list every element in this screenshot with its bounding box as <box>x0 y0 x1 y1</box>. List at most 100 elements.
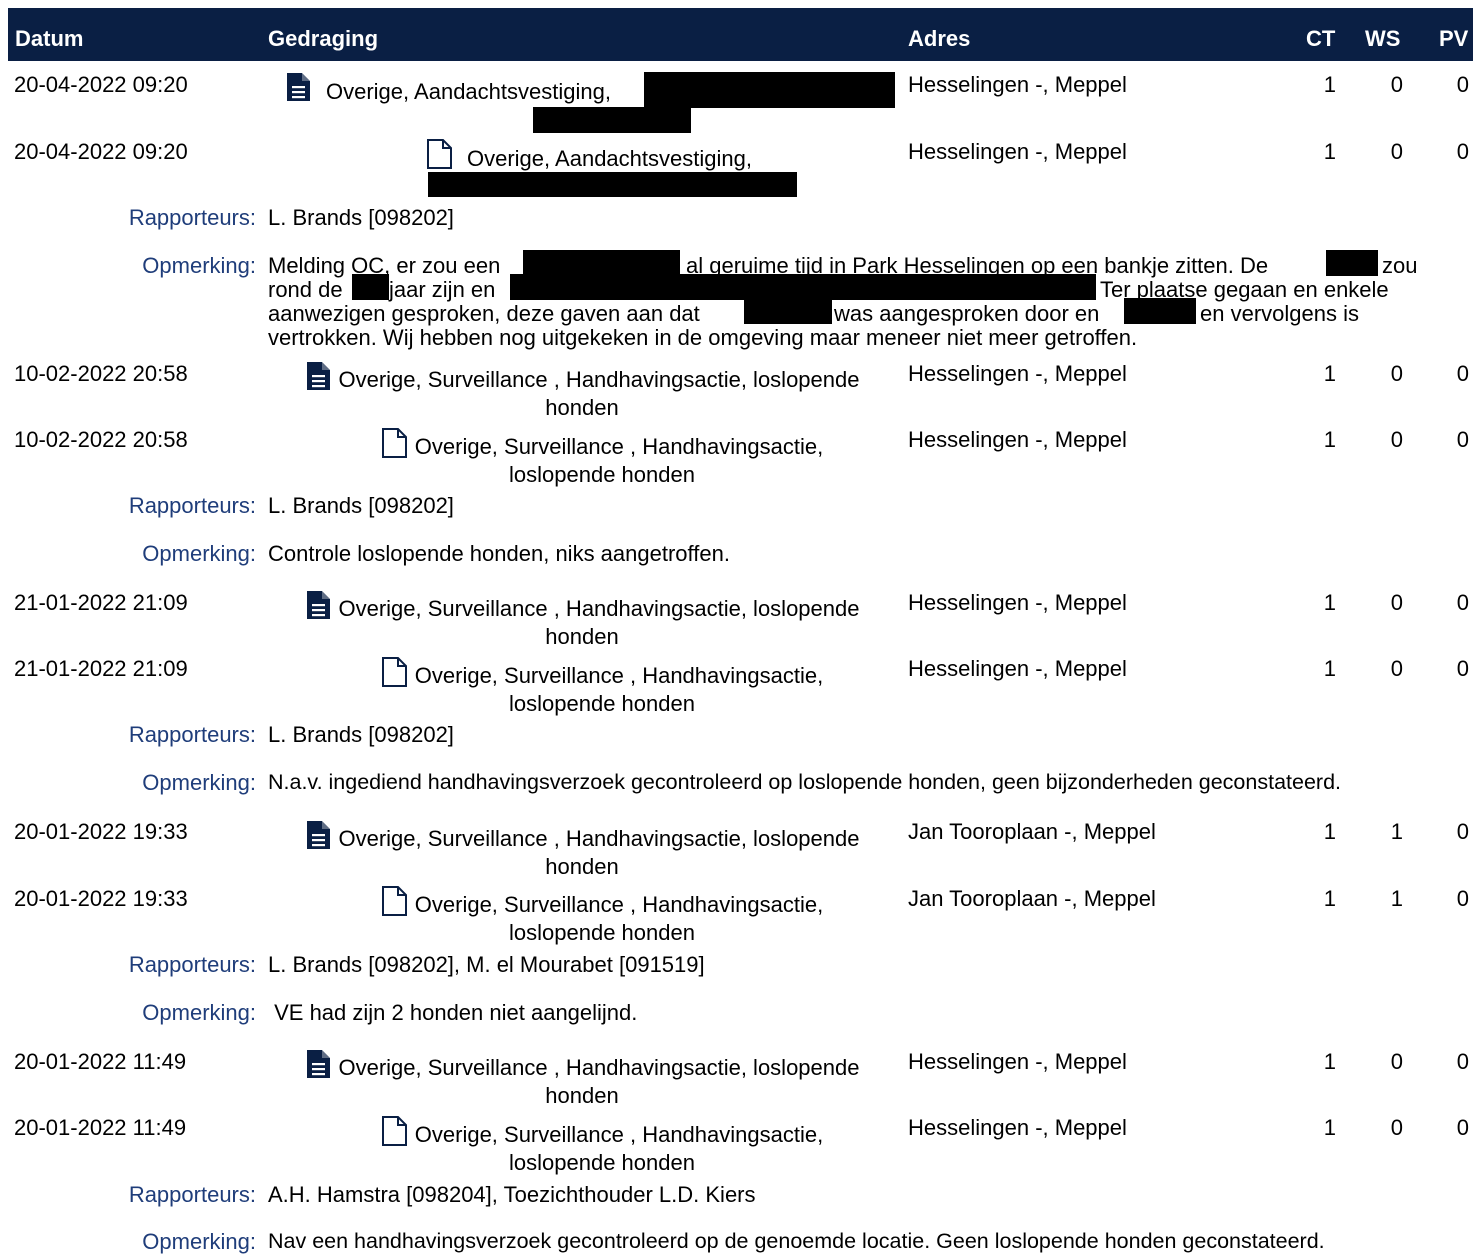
rapporteurs-value: L. Brands [098202], M. el Mourabet [0915… <box>268 952 705 977</box>
document-filled-icon <box>305 1049 331 1084</box>
ct-cell: 1 <box>1323 427 1336 452</box>
opmerking-value: VE had zijn 2 honden niet aangelijnd. <box>268 1000 638 1025</box>
rapporteurs-value: A.H. Hamstra [098204], Toezichthouder L.… <box>268 1182 756 1207</box>
gedraging-text: loslopende honden <box>509 1150 695 1175</box>
pv-cell: 0 <box>1456 819 1469 844</box>
datum-cell: 21-01-2022 21:09 <box>14 590 188 615</box>
redaction-block <box>352 274 389 300</box>
rapporteurs-label: Rapporteurs: <box>128 205 256 230</box>
document-outline-icon <box>381 428 407 463</box>
column-header-gedraging: Gedraging <box>268 26 379 51</box>
opmerking-text: rond de <box>268 277 343 302</box>
adres-cell: Hesselingen -, Meppel <box>908 590 1127 615</box>
adres-cell: Jan Tooroplaan -, Meppel <box>908 886 1156 911</box>
ct-cell: 1 <box>1323 819 1336 844</box>
adres-cell: Hesselingen -, Meppel <box>908 1115 1127 1140</box>
redaction-block <box>428 172 797 197</box>
pv-cell: 0 <box>1456 656 1469 681</box>
document-filled-icon <box>285 72 311 108</box>
pv-cell: 0 <box>1456 1049 1469 1074</box>
column-header-adres: Adres <box>908 26 971 51</box>
opmerking-text: vertrokken. Wij hebben nog uitgekeken in… <box>268 325 1138 350</box>
redaction-block <box>523 250 680 276</box>
pv-cell: 0 <box>1456 139 1469 164</box>
gedraging-text: Overige, Surveillance , Handhavingsactie… <box>338 1055 860 1080</box>
gedraging-text: Overige, Surveillance , Handhavingsactie… <box>414 434 824 459</box>
ws-cell: 0 <box>1390 590 1403 615</box>
rapporteurs-value: L. Brands [098202] <box>268 493 454 518</box>
opmerking-value: Nav een handhavingsverzoek gecontroleerd… <box>268 1229 1325 1253</box>
datum-cell: 20-01-2022 11:49 <box>14 1049 187 1074</box>
table-header: Datum Gedraging Adres CT WS PV <box>8 8 1473 61</box>
redaction-block <box>744 298 832 324</box>
column-header-pv: PV <box>1439 26 1469 51</box>
adres-cell: Hesselingen -, Meppel <box>908 139 1127 164</box>
pv-cell: 0 <box>1456 361 1469 386</box>
redaction-block <box>1326 250 1378 276</box>
opmerking-text: aanwezigen gesproken, deze gaven aan dat <box>268 301 700 326</box>
gedraging-text: Overige, Surveillance , Handhavingsactie… <box>338 367 860 392</box>
opmerking-label: Opmerking: <box>142 1000 256 1025</box>
redaction-block <box>644 72 895 108</box>
redaction-block <box>1124 298 1196 324</box>
adres-cell: Hesselingen -, Meppel <box>908 427 1127 452</box>
ws-cell: 0 <box>1390 139 1403 164</box>
ct-cell: 1 <box>1323 656 1336 681</box>
gedraging-cell: Overige, Surveillance , Handhavingsactie… <box>275 361 889 420</box>
datum-cell: 20-01-2022 11:49 <box>14 1115 187 1140</box>
adres-cell: Hesselingen -, Meppel <box>908 72 1127 97</box>
gedraging-cell: Overige, Surveillance , Handhavingsactie… <box>275 820 889 879</box>
ct-cell: 1 <box>1323 886 1336 911</box>
gedraging-text: loslopende honden <box>509 691 695 716</box>
gedraging-text: Overige, Surveillance , Handhavingsactie… <box>414 1122 824 1147</box>
column-header-datum: Datum <box>15 26 84 51</box>
column-header-ws: WS <box>1365 26 1401 51</box>
document-outline-icon <box>426 139 452 175</box>
redaction-block <box>533 107 691 133</box>
adres-cell: Hesselingen -, Meppel <box>908 1049 1127 1074</box>
pv-cell: 0 <box>1456 590 1469 615</box>
opmerking-text: was aangesproken door en <box>834 301 1100 326</box>
ct-cell: 1 <box>1323 1049 1336 1074</box>
opmerking-label: Opmerking: <box>142 1229 256 1254</box>
gedraging-cell: Overige, Aandachtsvestiging, <box>326 79 611 104</box>
datum-cell: 21-01-2022 21:09 <box>14 656 188 681</box>
opmerking-label: Opmerking: <box>142 253 256 278</box>
ct-cell: 1 <box>1323 361 1336 386</box>
pv-cell: 0 <box>1456 1115 1469 1140</box>
opmerking-value: N.a.v. ingediend handhavingsverzoek geco… <box>268 770 1342 794</box>
gedraging-text: honden <box>545 854 619 879</box>
datum-cell: 10-02-2022 20:58 <box>14 427 188 452</box>
ws-cell: 0 <box>1390 656 1403 681</box>
adres-cell: Jan Tooroplaan -, Meppel <box>908 819 1156 844</box>
datum-cell: 10-02-2022 20:58 <box>14 361 188 386</box>
gedraging-cell: Overige, Surveillance , Handhavingsactie… <box>345 657 859 716</box>
document-outline-icon <box>381 886 407 921</box>
rapporteurs-label: Rapporteurs: <box>128 1182 256 1207</box>
gedraging-text: Overige, Surveillance , Handhavingsactie… <box>414 892 824 917</box>
datum-cell: 20-04-2022 09:20 <box>14 139 188 164</box>
ct-cell: 1 <box>1323 1115 1336 1140</box>
opmerking-value: Controle loslopende honden, niks aangetr… <box>268 541 730 566</box>
ws-cell: 0 <box>1390 361 1403 386</box>
document-filled-icon <box>305 590 331 625</box>
gedraging-text: honden <box>545 395 619 420</box>
opmerking-label: Opmerking: <box>142 770 256 795</box>
opmerking-text: zou <box>1382 253 1418 278</box>
adres-cell: Hesselingen -, Meppel <box>908 656 1127 681</box>
gedraging-text: honden <box>545 624 619 649</box>
ws-cell: 0 <box>1390 72 1403 97</box>
ct-cell: 1 <box>1323 590 1336 615</box>
document-filled-icon <box>305 361 331 396</box>
ws-cell: 0 <box>1390 427 1403 452</box>
adres-cell: Hesselingen -, Meppel <box>908 361 1127 386</box>
rapporteurs-label: Rapporteurs: <box>128 722 256 747</box>
gedraging-text: Overige, Surveillance , Handhavingsactie… <box>414 663 824 688</box>
gedraging-cell: Overige, Surveillance , Handhavingsactie… <box>345 1116 859 1175</box>
gedraging-text: honden <box>545 1083 619 1108</box>
gedraging-cell: Overige, Surveillance , Handhavingsactie… <box>275 590 889 649</box>
pv-cell: 0 <box>1456 72 1469 97</box>
ws-cell: 0 <box>1390 1049 1403 1074</box>
datum-cell: 20-01-2022 19:33 <box>14 886 188 911</box>
gedraging-text: loslopende honden <box>509 920 695 945</box>
